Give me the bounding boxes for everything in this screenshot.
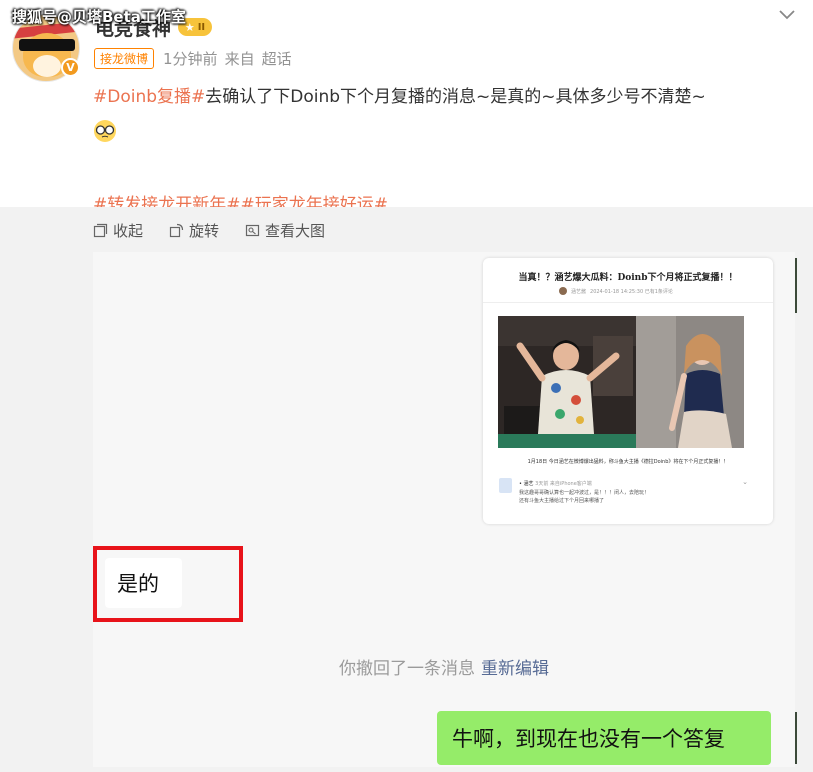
message-bubble-sent: 牛啊，到现在也没有一个答复 (437, 711, 771, 765)
view-large-button[interactable]: 查看大图 (245, 220, 325, 241)
avatar-sunglasses (19, 39, 75, 51)
post-source[interactable]: 超话 (262, 48, 292, 69)
article-meta-text: 2024-01-18 14:25:30 已有1条评论 (590, 288, 673, 295)
view-large-label: 查看大图 (265, 222, 326, 240)
article-meta: 涵艺酱 2024-01-18 14:25:30 已有1条评论 (559, 287, 673, 295)
recall-notice: 你撤回了一条消息 重新编辑 (93, 654, 795, 679)
shared-article-image: 当真！？涵艺爆大瓜料：Doinb下个月将正式复播！！ 涵艺酱 2024-01-1… (483, 258, 773, 524)
recall-text: 你撤回了一条消息 (339, 659, 475, 679)
relay-tag[interactable]: 接龙微博 (94, 48, 155, 69)
commenter-name: • 涵艺 3天前 来自iPhone客户端 (519, 481, 592, 487)
collapse-icon (93, 223, 108, 238)
article-photo-woman (636, 316, 744, 448)
article-author: 涵艺酱 (571, 288, 587, 295)
watermark: 搜狐号@贝塔Beta工作室 (12, 8, 186, 26)
verified-badge: V (61, 58, 80, 77)
chat-screenshot[interactable]: 当真！？涵艺爆大瓜料：Doinb下个月将正式复播！！ 涵艺酱 2024-01-1… (93, 252, 795, 767)
highlight-box: 是的 (93, 546, 243, 622)
post-meta: 接龙微博 1分钟前 来自 超话 (94, 48, 292, 69)
commenter-avatar (499, 478, 512, 493)
post-text: 去确认了下Doinb下个月复播的消息~是真的~具体多少号不清楚~ (205, 87, 706, 107)
re-edit-link[interactable]: 重新编辑 (481, 659, 549, 679)
author-avatar (559, 287, 567, 295)
message-bubble-received: 是的 (105, 558, 182, 608)
source-prefix: 来自 (224, 50, 255, 68)
article-comment: • 涵艺 3天前 来自iPhone客户端 我这趣哥哥确认算也一起冲波过，是！！！… (499, 478, 764, 518)
topic-link-doinb[interactable]: #Doinb复播# (93, 87, 205, 107)
level-text: II (197, 21, 206, 33)
post-line-1: #Doinb复播#去确认了下Doinb下个月复播的消息~是真的~具体多少号不清楚… (93, 84, 793, 111)
media-toolbar: 收起 旋转 查看大图 (93, 220, 325, 241)
star-icon: ★ (184, 20, 195, 34)
rotate-button[interactable]: 旋转 (169, 220, 219, 241)
article-title: 当真！？涵艺爆大瓜料：Doinb下个月将正式复播！！ (518, 273, 738, 283)
post-content: #Doinb复播#去确认了下Doinb下个月复播的消息~是真的~具体多少号不清楚… (93, 84, 793, 219)
comment-text: 我这趣哥哥确认算也一起冲波过，是！！！闭人，去陪玩！ 还有斗鱼大主播给过下个月回… (519, 490, 650, 504)
rotate-label: 旋转 (189, 222, 220, 240)
collapse-button[interactable]: 收起 (93, 220, 143, 241)
chevron-down-icon: ⌄ (742, 478, 748, 486)
avatar-muzzle (33, 55, 61, 77)
chevron-down-icon[interactable] (776, 4, 798, 26)
view-large-icon (245, 224, 260, 237)
article-photo-streamer (498, 316, 636, 448)
article-caption: 1月18日 今日涵艺在微博爆出猛料，称斗鱼大主播《德拉Doinb》将在下个月正式… (527, 459, 729, 465)
divider (483, 302, 773, 303)
rotate-icon (169, 223, 184, 238)
collapse-label: 收起 (113, 222, 144, 240)
glasses-emoji-icon (94, 120, 116, 142)
post-time[interactable]: 1分钟前 (163, 48, 218, 69)
